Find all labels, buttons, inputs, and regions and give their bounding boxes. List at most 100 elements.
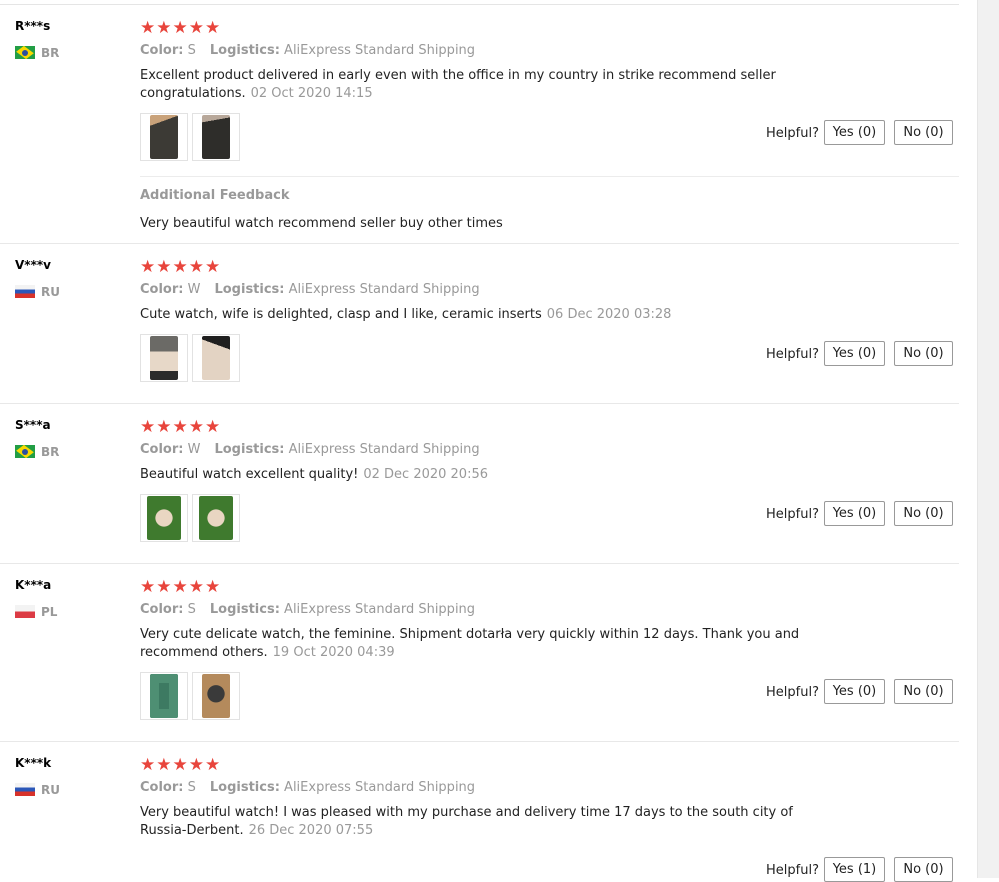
russia-flag-icon [15, 783, 35, 796]
country-code: BR [41, 445, 60, 459]
country-code: PL [41, 605, 58, 619]
poland-flag-icon [15, 605, 35, 618]
review-photo-thumbnail[interactable] [140, 334, 188, 382]
color-value: S [187, 43, 196, 58]
color-label: Color: [140, 602, 184, 617]
star-rating: ★★★★★ [140, 257, 222, 277]
helpful-yes-button[interactable]: Yes (0) [824, 341, 885, 366]
helpful-no-button[interactable]: No (0) [894, 120, 953, 145]
additional-feedback-text: Very beautiful watch recommend seller bu… [140, 216, 503, 231]
logistics-label: Logistics: [214, 442, 285, 457]
color-label: Color: [140, 442, 184, 457]
review-body: Very beautiful watch! I was pleased with… [140, 805, 793, 838]
logistics-value: AliExpress Standard Shipping [284, 780, 476, 795]
logistics-value: AliExpress Standard Shipping [284, 602, 476, 617]
review-photo-thumbnail[interactable] [140, 494, 188, 542]
helpful-label: Helpful? [766, 347, 819, 362]
reviewer-name: R***s [15, 19, 51, 33]
color-label: Color: [140, 43, 184, 58]
color-label: Color: [140, 282, 184, 297]
reviewer-country: BR [15, 445, 59, 459]
color-value: S [187, 602, 196, 617]
reviewer-name: K***k [15, 756, 52, 770]
review-divider [0, 741, 959, 742]
helpful-yes-button[interactable]: Yes (0) [824, 120, 885, 145]
review-photo-thumbnail[interactable] [192, 494, 240, 542]
review-body: Beautiful watch excellent quality! [140, 467, 359, 482]
brazil-flag-icon [15, 445, 35, 458]
helpful-yes-button[interactable]: Yes (0) [824, 679, 885, 704]
helpful-label: Helpful? [766, 685, 819, 700]
review-photo-thumbnail[interactable] [140, 672, 188, 720]
color-value: S [187, 780, 196, 795]
reviewer-name: K***a [15, 578, 52, 592]
review-photos [140, 672, 244, 724]
review-divider [0, 563, 959, 564]
review-date: 26 Dec 2020 07:55 [248, 823, 374, 838]
review-text: Very cute delicate watch, the feminine. … [140, 626, 840, 662]
color-label: Color: [140, 780, 184, 795]
country-code: RU [41, 285, 60, 299]
helpful-no-button[interactable]: No (0) [894, 857, 953, 882]
logistics-value: AliExpress Standard Shipping [288, 282, 480, 297]
helpful-label: Helpful? [766, 507, 819, 522]
review-photos [140, 334, 244, 386]
helpful-label: Helpful? [766, 863, 819, 878]
helpful-label: Helpful? [766, 126, 819, 141]
additional-feedback-title: Additional Feedback [140, 188, 290, 203]
review-photos [140, 494, 244, 546]
logistics-label: Logistics: [209, 602, 280, 617]
review-meta: Color: S Logistics: AliExpress Standard S… [140, 602, 475, 617]
country-code: RU [41, 783, 60, 797]
additional-feedback-divider [140, 176, 959, 177]
color-value: W [187, 282, 201, 297]
review-text: Excellent product delivered in early eve… [140, 67, 840, 103]
helpful-no-button[interactable]: No (0) [894, 501, 953, 526]
reviewer-country: BR [15, 46, 59, 60]
helpful-yes-button[interactable]: Yes (1) [824, 857, 885, 882]
logistics-label: Logistics: [209, 43, 280, 58]
russia-flag-icon [15, 285, 35, 298]
review-divider [0, 243, 959, 244]
star-rating: ★★★★★ [140, 417, 222, 437]
review-meta: Color: S Logistics: AliExpress Standard S… [140, 43, 475, 58]
review-divider [0, 403, 959, 404]
top-divider [0, 4, 959, 5]
review-date: 06 Dec 2020 03:28 [546, 307, 672, 322]
star-rating: ★★★★★ [140, 755, 222, 775]
review-meta: Color: W Logistics: AliExpress Standard S… [140, 282, 480, 297]
star-rating: ★★★★★ [140, 577, 222, 597]
review-photo-thumbnail[interactable] [192, 672, 240, 720]
brazil-flag-icon [15, 46, 35, 59]
review-text: Cute watch, wife is delighted, clasp and… [140, 306, 840, 324]
reviewer-name: S***a [15, 418, 51, 432]
logistics-label: Logistics: [209, 780, 280, 795]
logistics-value: AliExpress Standard Shipping [284, 43, 476, 58]
reviewer-country: RU [15, 285, 60, 299]
helpful-yes-button[interactable]: Yes (0) [824, 501, 885, 526]
reviewer-name: V***v [15, 258, 51, 272]
review-photos [140, 113, 244, 165]
scrollbar[interactable] [977, 0, 999, 878]
reviewer-country: PL [15, 605, 57, 619]
color-value: W [187, 442, 201, 457]
logistics-value: AliExpress Standard Shipping [288, 442, 480, 457]
review-photo-thumbnail[interactable] [140, 113, 188, 161]
logistics-label: Logistics: [214, 282, 285, 297]
review-date: 02 Oct 2020 14:15 [250, 86, 373, 101]
helpful-no-button[interactable]: No (0) [894, 679, 953, 704]
star-rating: ★★★★★ [140, 18, 222, 38]
review-body: Very cute delicate watch, the feminine. … [140, 627, 800, 660]
review-text: Very beautiful watch! I was pleased with… [140, 804, 840, 840]
review-photo-thumbnail[interactable] [192, 113, 240, 161]
review-date: 02 Dec 2020 20:56 [363, 467, 489, 482]
reviewer-country: RU [15, 783, 60, 797]
review-meta: Color: W Logistics: AliExpress Standard S… [140, 442, 480, 457]
helpful-no-button[interactable]: No (0) [894, 341, 953, 366]
review-meta: Color: S Logistics: AliExpress Standard S… [140, 780, 475, 795]
review-body: Cute watch, wife is delighted, clasp and… [140, 307, 542, 322]
review-text: Beautiful watch excellent quality! 02 Dec… [140, 466, 840, 484]
review-photo-thumbnail[interactable] [192, 334, 240, 382]
country-code: BR [41, 46, 60, 60]
review-date: 19 Oct 2020 04:39 [272, 645, 395, 660]
